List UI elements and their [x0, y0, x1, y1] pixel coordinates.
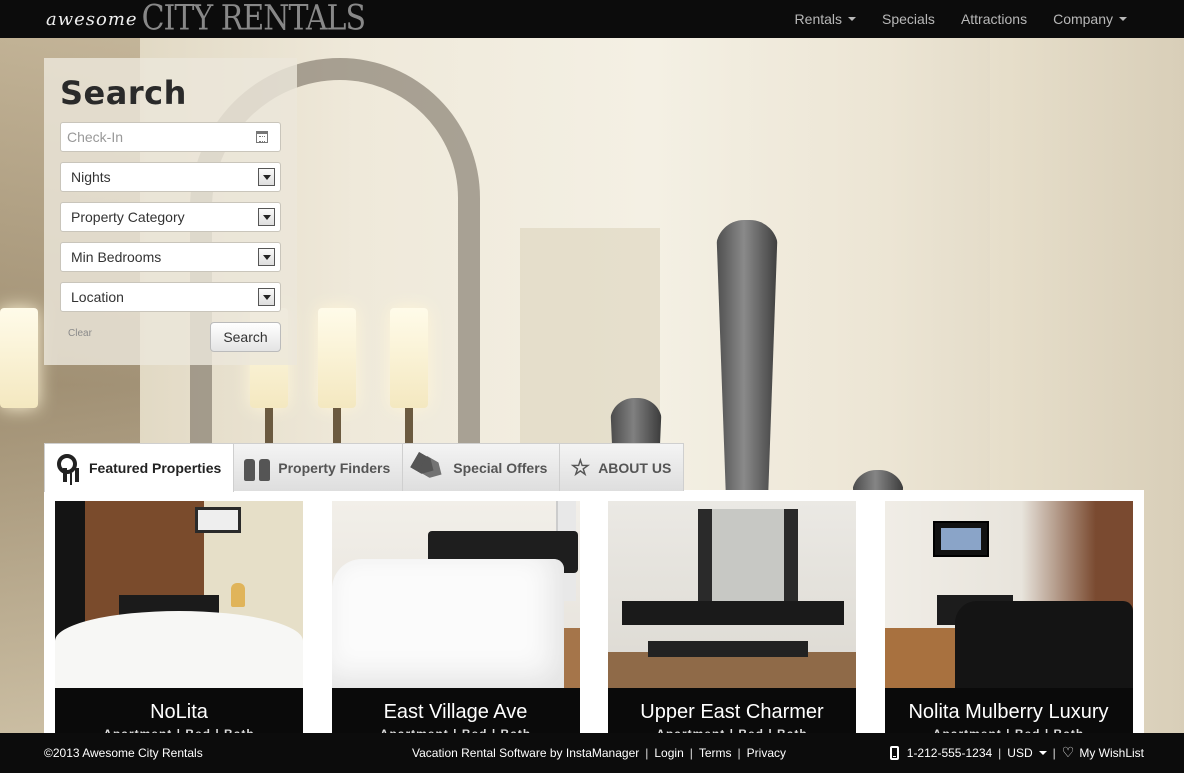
- bedside-lamp: [231, 583, 245, 607]
- top-navbar: awesome CITY RENTALS Rentals Specials At…: [0, 0, 1184, 39]
- heart-icon[interactable]: ♡: [1062, 744, 1075, 761]
- footer: ©2013 Awesome City Rentals Vacation Rent…: [0, 733, 1184, 773]
- phone-icon: [889, 745, 899, 760]
- separator: |: [998, 745, 1002, 760]
- search-button[interactable]: Search: [210, 322, 281, 352]
- dropdown-arrow-icon[interactable]: [258, 288, 275, 306]
- location-select[interactable]: Location: [60, 282, 281, 312]
- bed: [55, 611, 303, 688]
- tab-label: ABOUT US: [598, 459, 672, 476]
- dropdown-arrow-icon[interactable]: [258, 248, 275, 266]
- wishlist-link[interactable]: My WishList: [1079, 746, 1144, 760]
- property-category-select[interactable]: Property Category: [60, 202, 281, 232]
- privacy-link[interactable]: Privacy: [747, 746, 786, 760]
- property-list: NoLita Apartment | Bed | Bath East Villa…: [55, 501, 1144, 733]
- location-value: Location: [71, 289, 124, 305]
- dropdown-arrow-icon[interactable]: [258, 208, 275, 226]
- footer-contact: 1-212-555-1234 | USD | ♡ My WishList: [889, 744, 1144, 761]
- software-credit-link[interactable]: Vacation Rental Software by InstaManager: [412, 746, 639, 760]
- property-card[interactable]: NoLita Apartment | Bed | Bath: [55, 501, 303, 733]
- min-bedrooms-value: Min Bedrooms: [71, 249, 162, 265]
- separator: |: [645, 746, 649, 760]
- nights-select-value: Nights: [71, 169, 111, 185]
- property-photo[interactable]: [884, 501, 1133, 688]
- hero-lamp: [318, 308, 356, 408]
- clear-link[interactable]: Clear: [68, 328, 92, 339]
- property-category-value: Property Category: [71, 209, 185, 225]
- dining-table: [622, 601, 844, 625]
- nav-rentals[interactable]: Rentals: [782, 0, 869, 38]
- min-bedrooms-select[interactable]: Min Bedrooms: [60, 242, 281, 272]
- bed: [331, 559, 564, 688]
- main-nav: Rentals Specials Attractions Company: [782, 0, 1140, 38]
- keys-icon: [55, 454, 81, 482]
- site-logo[interactable]: awesome CITY RENTALS: [46, 0, 366, 39]
- separator: |: [1052, 745, 1056, 760]
- nav-label: Attractions: [960, 11, 1028, 27]
- separator: |: [689, 746, 693, 760]
- floor: [608, 652, 856, 688]
- logo-text-small: awesome: [46, 9, 138, 30]
- checkin-date-input[interactable]: Check-In: [60, 122, 281, 152]
- hero-lamp: [0, 308, 38, 408]
- tab-property-finders[interactable]: Property Finders: [233, 443, 404, 491]
- nav-label: Company: [1053, 11, 1113, 27]
- hero-lamp: [390, 308, 428, 408]
- television: [932, 521, 989, 557]
- nav-company[interactable]: Company: [1040, 0, 1140, 38]
- tab-featured-properties[interactable]: Featured Properties: [44, 443, 235, 492]
- sofa: [954, 601, 1133, 688]
- currency-dropdown[interactable]: USD: [1007, 745, 1047, 760]
- tab-about-us[interactable]: ☆ ABOUT US: [559, 443, 685, 491]
- featured-properties-panel: NoLita Apartment | Bed | Bath East Villa…: [44, 490, 1144, 733]
- login-link[interactable]: Login: [654, 746, 683, 760]
- search-title: Search: [60, 74, 187, 112]
- tab-label: Special Offers: [453, 459, 548, 476]
- property-photo[interactable]: [608, 501, 856, 688]
- window-curtains: [698, 509, 798, 604]
- property-photo[interactable]: [331, 501, 580, 688]
- search-actions: Clear Search: [60, 322, 281, 356]
- tab-special-offers[interactable]: Special Offers: [402, 443, 561, 491]
- tags-icon: [413, 456, 445, 480]
- property-tabs: Featured Properties Property Finders Spe…: [44, 443, 685, 492]
- logo-text-big: CITY RENTALS: [141, 0, 366, 39]
- property-card[interactable]: Nolita Mulberry Luxury Apartment | Bed |…: [884, 501, 1133, 733]
- property-photo[interactable]: [55, 501, 303, 688]
- tab-label: Featured Properties: [89, 460, 222, 476]
- search-panel: Search Check-In Nights Property Category…: [44, 58, 297, 365]
- caret-down-icon: [1119, 17, 1127, 21]
- star-icon: ☆: [570, 454, 591, 480]
- footer-links: Vacation Rental Software by InstaManager…: [412, 746, 786, 760]
- tab-label: Property Finders: [278, 459, 391, 476]
- bench: [648, 641, 808, 657]
- nav-label: Rentals: [794, 11, 843, 27]
- wall-frame: [195, 507, 241, 533]
- nights-select[interactable]: Nights: [60, 162, 281, 192]
- separator: |: [737, 746, 741, 760]
- nav-specials[interactable]: Specials: [869, 0, 948, 38]
- phone-number[interactable]: 1-212-555-1234: [907, 746, 992, 760]
- currency-value: USD: [1007, 745, 1033, 760]
- caret-down-icon: [1038, 750, 1047, 755]
- binoculars-icon: [244, 455, 271, 481]
- nav-label: Specials: [882, 11, 935, 27]
- property-card[interactable]: East Village Ave Apartment | Bed | Bath: [331, 501, 580, 733]
- checkin-placeholder: Check-In: [67, 129, 124, 145]
- caret-down-icon: [848, 17, 857, 21]
- calendar-icon[interactable]: [256, 131, 268, 143]
- property-card[interactable]: Upper East Charmer Apartment | Bed | Bat…: [608, 501, 856, 733]
- nav-attractions[interactable]: Attractions: [948, 0, 1040, 38]
- dropdown-arrow-icon[interactable]: [258, 168, 275, 186]
- copyright: ©2013 Awesome City Rentals: [44, 746, 203, 760]
- terms-link[interactable]: Terms: [699, 746, 732, 760]
